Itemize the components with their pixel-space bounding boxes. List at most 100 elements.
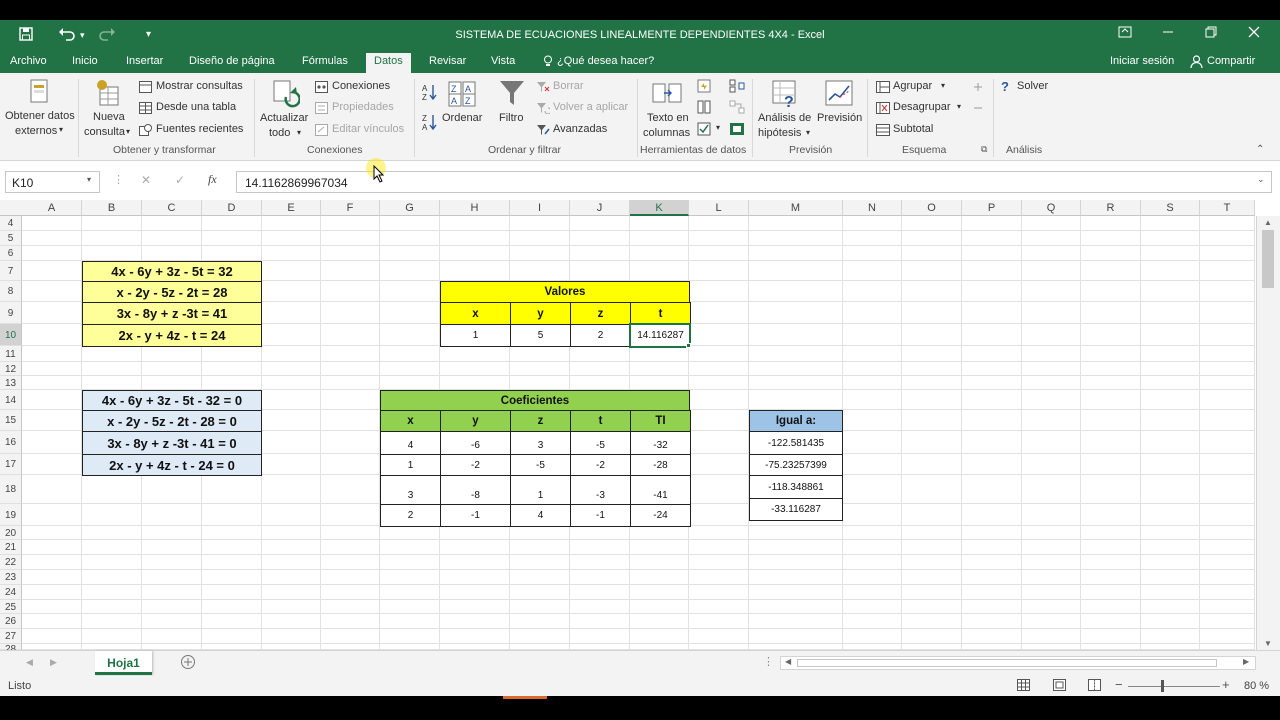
- flash-fill-icon[interactable]: [697, 79, 711, 98]
- column-header-q[interactable]: Q: [1022, 200, 1081, 216]
- tell-me-search[interactable]: ¿Qué desea hacer?: [557, 55, 654, 67]
- chevron-down-icon[interactable]: ▾: [957, 102, 961, 111]
- data-validation-icon[interactable]: [697, 122, 711, 141]
- row-header-25[interactable]: 25: [0, 600, 22, 614]
- igual-value-4[interactable]: -33.116287: [749, 498, 843, 521]
- zoom-slider[interactable]: [1128, 686, 1220, 687]
- nueva-consulta-label-1[interactable]: Nueva: [93, 111, 125, 123]
- chevron-down-icon[interactable]: ▾: [126, 127, 130, 136]
- scroll-up-icon[interactable]: ▲: [1264, 218, 1272, 227]
- row-header-6[interactable]: 6: [0, 246, 22, 261]
- agrupar-button[interactable]: Agrupar: [893, 80, 932, 92]
- show-detail-icon[interactable]: [972, 80, 984, 98]
- coeficientes-cell[interactable]: -1: [440, 504, 511, 527]
- texto-columnas-label-1[interactable]: Texto en: [647, 112, 689, 124]
- coeficientes-header-y[interactable]: y: [440, 410, 511, 432]
- subtotal-button[interactable]: Subtotal: [893, 123, 933, 135]
- coeficientes-cell[interactable]: -32: [630, 431, 691, 455]
- row-header-14[interactable]: 14: [0, 390, 22, 410]
- vertical-scrollbar[interactable]: ▲ ▼: [1256, 216, 1280, 650]
- column-header-j[interactable]: J: [570, 200, 630, 216]
- consolidate-icon[interactable]: [729, 79, 745, 98]
- row-header-27[interactable]: 27: [0, 629, 22, 644]
- coeficientes-cell[interactable]: 3: [380, 475, 441, 505]
- zoom-in-icon[interactable]: +: [1222, 677, 1230, 692]
- column-header-n[interactable]: N: [843, 200, 902, 216]
- tab-inicio[interactable]: Inicio: [72, 55, 98, 67]
- chevron-down-icon[interactable]: ▾: [806, 128, 810, 137]
- scroll-left-icon[interactable]: ◀: [785, 657, 791, 666]
- cancel-formula-icon[interactable]: ✕: [141, 173, 151, 187]
- row-header-10[interactable]: 10: [0, 324, 22, 346]
- tab-insertar[interactable]: Insertar: [126, 55, 163, 67]
- column-header-e[interactable]: E: [262, 200, 321, 216]
- insert-function-icon[interactable]: fx: [208, 172, 217, 187]
- valores-header-x[interactable]: x: [440, 302, 511, 325]
- row-header-19[interactable]: 19: [0, 504, 22, 526]
- equation-bottom-1[interactable]: 4x - 6y + 3z - 5t - 32 = 0: [82, 390, 262, 411]
- chevron-down-icon[interactable]: ▾: [59, 125, 63, 134]
- column-header-d[interactable]: D: [202, 200, 262, 216]
- desagrupar-button[interactable]: Desagrupar: [893, 101, 950, 113]
- sign-in-link[interactable]: Iniciar sesión: [1110, 55, 1174, 67]
- row-header-20[interactable]: 20: [0, 526, 22, 540]
- valores-header-y[interactable]: y: [510, 302, 571, 325]
- equation-bottom-2[interactable]: x - 2y - 5z - 2t - 28 = 0: [82, 410, 262, 432]
- texto-columnas-label-2[interactable]: columnas: [643, 127, 690, 139]
- dialog-launcher-icon[interactable]: ⧉: [981, 144, 987, 155]
- collapse-ribbon-icon[interactable]: ⌃: [1256, 144, 1264, 155]
- nueva-consulta-label-2[interactable]: consulta: [84, 126, 125, 138]
- equation-top-2[interactable]: x - 2y - 5z - 2t = 28: [82, 281, 262, 303]
- coeficientes-cell[interactable]: 4: [510, 504, 571, 527]
- ribbon-display-icon[interactable]: [1118, 26, 1132, 41]
- valores-header-t[interactable]: t: [630, 302, 691, 325]
- chevron-down-icon[interactable]: ▾: [716, 123, 720, 132]
- row-header-4[interactable]: 4: [0, 216, 22, 231]
- horizontal-scroll-thumb[interactable]: [797, 659, 1217, 667]
- remove-duplicates-icon[interactable]: [697, 100, 711, 119]
- tab-datos[interactable]: Datos: [366, 53, 411, 73]
- row-header-21[interactable]: 21: [0, 540, 22, 555]
- equation-bottom-4[interactable]: 2x - y + 4z - t - 24 = 0: [82, 454, 262, 476]
- zoom-out-icon[interactable]: −: [1115, 677, 1123, 692]
- coeficientes-cell[interactable]: -2: [440, 454, 511, 476]
- scroll-thumb[interactable]: [1262, 230, 1274, 288]
- coeficientes-cell[interactable]: -8: [440, 475, 511, 505]
- filtro-button[interactable]: Filtro: [499, 112, 523, 124]
- zoom-level[interactable]: 80 %: [1244, 680, 1269, 692]
- actualizar-label-2[interactable]: todo: [269, 127, 290, 139]
- coeficientes-header-ti[interactable]: TI: [630, 410, 691, 432]
- equation-top-3[interactable]: 3x - 8y + z -3t = 41: [82, 302, 262, 325]
- name-box[interactable]: K10: [5, 171, 100, 193]
- valores-value-y[interactable]: 5: [510, 324, 571, 347]
- coeficientes-cell[interactable]: -41: [630, 475, 691, 505]
- relationships-icon[interactable]: [729, 100, 745, 119]
- coeficientes-cell[interactable]: -6: [440, 431, 511, 455]
- actualizar-label-1[interactable]: Actualizar: [260, 112, 308, 124]
- column-header-s[interactable]: S: [1141, 200, 1200, 216]
- fill-handle[interactable]: [686, 343, 691, 348]
- worksheet-grid[interactable]: ABCDEFGHIJKLMNOPQRST 4 5 6 7 8 9 10 11 12 13 14 15 1…: [0, 200, 1280, 655]
- hide-detail-icon[interactable]: [972, 101, 984, 119]
- tab-revisar[interactable]: Revisar: [429, 55, 466, 67]
- coeficientes-header-x[interactable]: x: [380, 410, 441, 432]
- coeficientes-cell[interactable]: -24: [630, 504, 691, 527]
- row-header-15[interactable]: 15: [0, 410, 22, 431]
- coeficientes-cell[interactable]: -2: [570, 454, 631, 476]
- page-break-view-icon[interactable]: [1088, 679, 1101, 694]
- column-header-p[interactable]: P: [962, 200, 1022, 216]
- scroll-right-icon[interactable]: ▶: [1243, 657, 1249, 666]
- desde-tabla-button[interactable]: Desde una tabla: [156, 101, 236, 113]
- column-header-k[interactable]: K: [630, 200, 689, 216]
- column-header-m[interactable]: M: [749, 200, 843, 216]
- equation-top-4[interactable]: 2x - y + 4z - t = 24: [82, 324, 262, 347]
- obtener-datos-label-2[interactable]: externos: [15, 125, 57, 137]
- formula-input[interactable]: 14.1162869967034: [236, 171, 1272, 193]
- add-sheet-icon[interactable]: [180, 654, 196, 675]
- horizontal-scrollbar[interactable]: ◀ ▶: [780, 656, 1256, 670]
- column-header-g[interactable]: G: [380, 200, 440, 216]
- row-header-26[interactable]: 26: [0, 614, 22, 629]
- row-header-8[interactable]: 8: [0, 281, 22, 302]
- chevron-down-icon[interactable]: ▾: [87, 175, 91, 184]
- row-header-16[interactable]: 16: [0, 431, 22, 454]
